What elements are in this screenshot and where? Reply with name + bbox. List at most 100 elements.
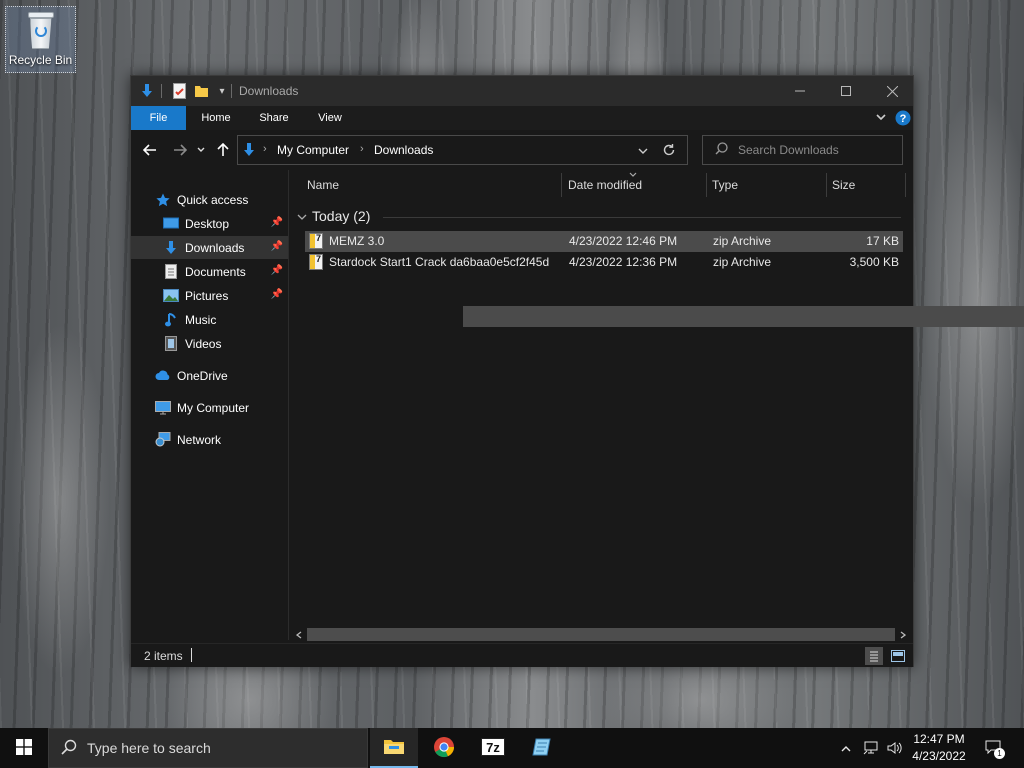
music-note-icon [163,312,179,328]
start-button[interactable] [0,728,48,768]
customize-quick-access-icon[interactable]: ▾ [214,83,230,99]
tab-home[interactable]: Home [192,106,240,130]
scroll-left-icon[interactable] [291,626,307,643]
sidebar-item-desktop[interactable]: Desktop 📌 [131,212,288,235]
notification-count: 1 [994,748,1005,759]
sidebar-item-music[interactable]: Music [131,308,288,331]
column-header-name[interactable]: Name [307,170,339,200]
up-arrow-icon[interactable] [215,141,231,159]
sidebar-item-my-computer[interactable]: My Computer [131,396,288,419]
taskbar-clock[interactable]: 12:47 PM 4/23/2022 [904,731,974,765]
tab-share[interactable]: Share [249,106,299,130]
recycle-bin-icon [26,12,56,50]
file-explorer-window: ▾ Downloads File Home Share View ? › My … [130,75,1024,667]
sidebar-item-network[interactable]: Network [131,428,288,451]
scroll-right-icon[interactable] [895,626,911,643]
details-view-icon[interactable] [865,647,883,665]
picture-icon [163,288,179,304]
file-explorer-icon [383,737,405,758]
monitor-icon [155,400,171,416]
sidebar-item-downloads[interactable]: Downloads 📌 [131,236,288,259]
file-row[interactable] [463,306,1024,327]
search-input[interactable]: Search Downloads [738,143,839,157]
title-bar: ▾ Downloads [131,76,913,106]
file-date: 4/23/2022 12:36 PM [569,255,678,269]
expand-ribbon-icon[interactable] [873,106,889,130]
sidebar-item-videos[interactable]: Videos [131,332,288,355]
maximize-button[interactable] [823,76,869,106]
zip-archive-icon [309,254,323,270]
star-icon [155,192,171,208]
search-icon [715,142,728,158]
column-header-type[interactable]: Type [712,170,738,200]
tab-file[interactable]: File [131,106,186,130]
sidebar-item-quick-access[interactable]: Quick access [131,188,288,211]
file-type: zip Archive [713,255,772,269]
pin-icon[interactable]: 📌 [271,265,283,276]
column-header-size[interactable]: Size [832,170,855,200]
new-folder-icon[interactable] [193,83,209,99]
desktop-icon [163,216,179,232]
file-date: 4/23/2022 12:46 PM [569,234,678,248]
search-icon [61,739,77,758]
sidebar-item-label: Documents [185,264,246,279]
breadcrumb-my-computer[interactable]: My Computer [277,143,349,157]
chevron-down-icon [297,208,307,224]
help-icon[interactable]: ? [895,106,911,130]
properties-icon[interactable] [171,83,187,99]
group-header-today[interactable]: Today (2) [297,208,370,224]
taskbar: Type here to search 7z 12:47 PM 4/23/202… [0,728,1024,768]
file-size: 17 KB [866,234,899,248]
refresh-icon[interactable] [662,143,676,160]
notepad-icon [531,737,553,760]
recent-locations-chevron-icon[interactable] [195,141,207,159]
minimize-button[interactable] [777,76,823,106]
chrome-icon [433,736,455,761]
sidebar-item-label: My Computer [177,400,250,415]
forward-arrow-icon[interactable] [171,141,189,159]
sidebar-item-documents[interactable]: Documents 📌 [131,260,288,283]
breadcrumb-downloads[interactable]: Downloads [374,143,433,157]
taskbar-file-explorer[interactable] [370,728,418,768]
network-icon [155,432,171,448]
taskbar-notepad[interactable] [518,728,566,768]
sidebar-item-label: Network [177,432,222,447]
search-box[interactable]: Search Downloads [702,135,903,165]
file-row-stardock[interactable]: Stardock Start1 Crack da6baa0e5cf2f45d 4… [305,252,903,273]
file-name: MEMZ 3.0 [329,234,385,248]
action-center-button[interactable]: 1 [980,728,1008,768]
file-type: zip Archive [713,234,772,248]
volume-icon[interactable] [884,728,906,768]
taskbar-search-box[interactable]: Type here to search [48,728,368,768]
svg-text:7z: 7z [486,740,500,755]
pin-icon[interactable]: 📌 [271,241,283,252]
address-bar[interactable]: › My Computer › Downloads [237,135,688,165]
group-label: Today (2) [312,208,371,224]
recycle-bin-shortcut[interactable]: Recycle Bin [5,6,76,73]
download-arrow-icon [139,83,155,99]
network-status-icon[interactable] [860,728,882,768]
tab-view[interactable]: View [307,106,353,130]
back-arrow-icon[interactable] [141,141,159,159]
taskbar-chrome[interactable] [420,728,468,768]
sidebar-item-pictures[interactable]: Pictures 📌 [131,284,288,307]
column-header-date-modified[interactable]: Date modified [568,170,642,200]
sidebar-item-label: Pictures [185,288,229,303]
taskbar-search-input[interactable]: Type here to search [87,740,211,756]
sidebar-item-onedrive[interactable]: OneDrive [131,364,288,387]
large-icons-view-icon[interactable] [889,647,907,665]
show-hidden-icons-chevron-icon[interactable] [836,728,856,768]
file-row-memz[interactable]: MEMZ 3.0 4/23/2022 12:46 PM zip Archive … [305,231,903,252]
zip-archive-icon [309,233,323,249]
taskbar-7zip[interactable]: 7z [469,728,517,768]
horizontal-scrollbar[interactable] [289,626,913,643]
pin-icon[interactable]: 📌 [271,289,283,300]
file-name: Stardock Start1 Crack da6baa0e5cf2f45d [329,255,550,269]
close-button[interactable] [869,76,915,106]
file-size: 3,500 KB [849,255,899,269]
address-history-chevron-icon[interactable] [638,144,648,158]
status-bar: 2 items [131,643,913,667]
pin-icon[interactable]: 📌 [271,217,283,228]
ribbon-tabs: File Home Share View ? [131,106,913,130]
scrollbar-thumb[interactable] [307,628,895,641]
